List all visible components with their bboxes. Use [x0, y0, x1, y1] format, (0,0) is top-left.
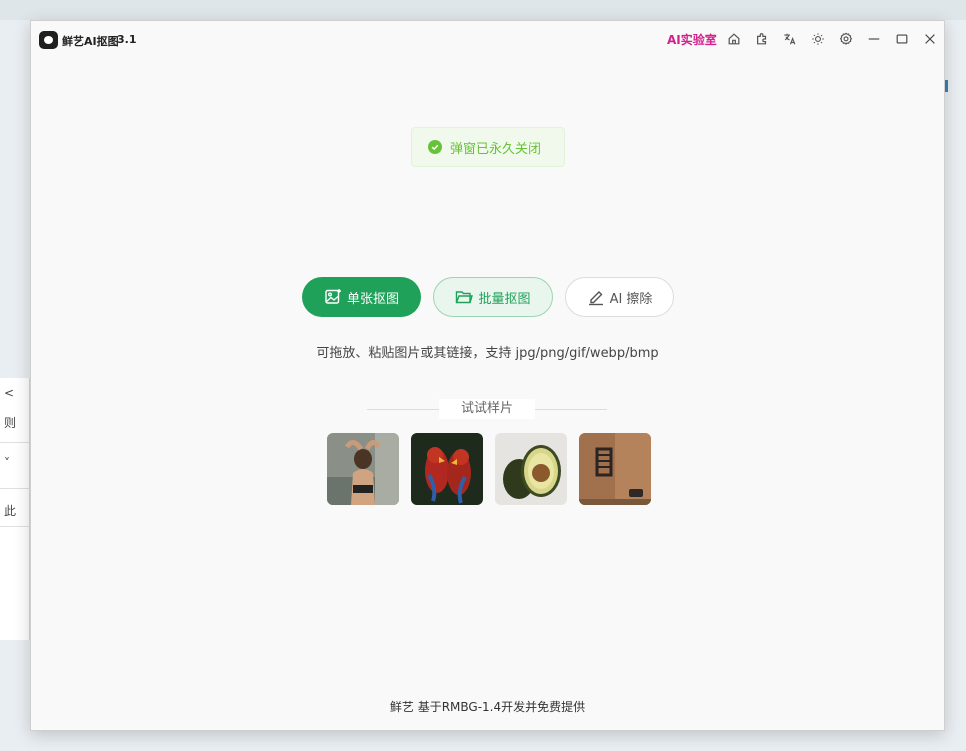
- settings-icon[interactable]: [836, 29, 856, 49]
- background-text-fragment: <: [4, 386, 15, 400]
- success-check-icon: [428, 140, 442, 154]
- maximize-icon[interactable]: [892, 29, 912, 49]
- sample-avocado-thumbnail[interactable]: [495, 433, 567, 505]
- sample-parrots-thumbnail[interactable]: [411, 433, 483, 505]
- samples-header: 试试样片: [367, 399, 607, 421]
- ai-erase-button[interactable]: AI 擦除: [565, 277, 674, 317]
- app-logo-icon: [39, 31, 58, 49]
- app-title: 鲜艺AI抠图: [62, 35, 119, 48]
- background-text-fragment: 则: [4, 416, 17, 430]
- folder-open-icon: [456, 291, 474, 304]
- divider: [367, 409, 439, 410]
- footer-credit: 鲜艺 基于RMBG-1.4开发并免费提供: [389, 700, 586, 714]
- sample-bathroom-thumbnail[interactable]: [579, 433, 651, 505]
- sample-woman-thumbnail[interactable]: [327, 433, 399, 505]
- theme-icon[interactable]: [808, 29, 828, 49]
- close-icon[interactable]: [920, 29, 940, 49]
- app-window: 鲜艺AI抠图 3.1 AI实验室 弹窗已永久关闭 单张抠图 批量抠图 AI 擦除…: [30, 20, 945, 731]
- upload-hint: 可拖放、粘贴图片或其链接，支持 jpg/png/gif/webp/bmp: [316, 346, 659, 361]
- app-version: 3.1: [117, 33, 137, 46]
- title-bar: 鲜艺AI抠图 3.1 AI实验室: [31, 21, 944, 57]
- ai-lab-link[interactable]: AI实验室: [667, 31, 717, 48]
- desktop-background: [0, 0, 966, 20]
- single-cutout-button[interactable]: 单张抠图: [302, 277, 421, 317]
- ai-erase-label: AI 擦除: [609, 291, 653, 307]
- plugin-icon[interactable]: [752, 29, 772, 49]
- background-window: < 则 ˅ 此: [0, 378, 30, 640]
- batch-cutout-label: 批量抠图: [478, 291, 531, 307]
- minimize-icon[interactable]: [864, 29, 884, 49]
- batch-cutout-button[interactable]: 批量抠图: [433, 277, 553, 317]
- toast-message: 弹窗已永久关闭: [450, 141, 542, 157]
- image-add-icon: [325, 289, 341, 304]
- background-text-fragment: ˅: [4, 456, 10, 470]
- single-cutout-label: 单张抠图: [346, 291, 399, 307]
- background-text-fragment: 此: [4, 504, 17, 518]
- eraser-icon: [588, 291, 603, 306]
- home-icon[interactable]: [724, 29, 744, 49]
- toast-notification: 弹窗已永久关闭: [411, 127, 565, 167]
- samples-title: 试试样片: [439, 399, 535, 419]
- translate-icon[interactable]: [780, 29, 800, 49]
- divider: [535, 409, 607, 410]
